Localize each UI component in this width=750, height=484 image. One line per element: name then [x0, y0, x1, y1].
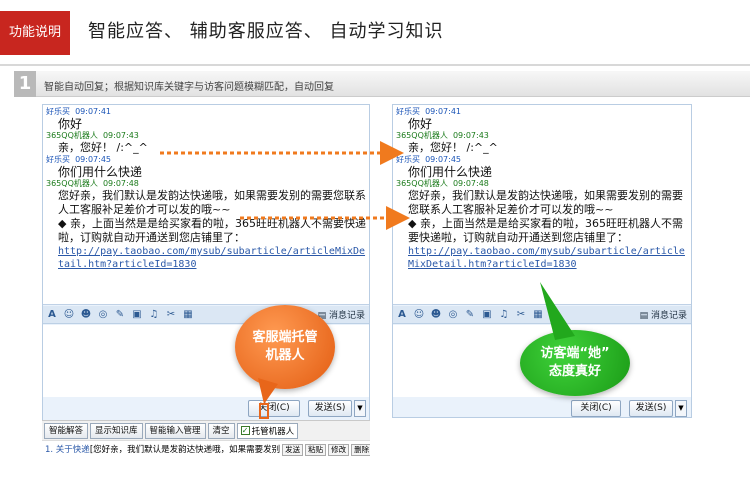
agent-callout-pointer [258, 378, 278, 404]
hosted-checkbox-highlight [259, 403, 269, 419]
annotation-overlay [160, 141, 575, 419]
visitor-callout-pointer [540, 282, 575, 340]
